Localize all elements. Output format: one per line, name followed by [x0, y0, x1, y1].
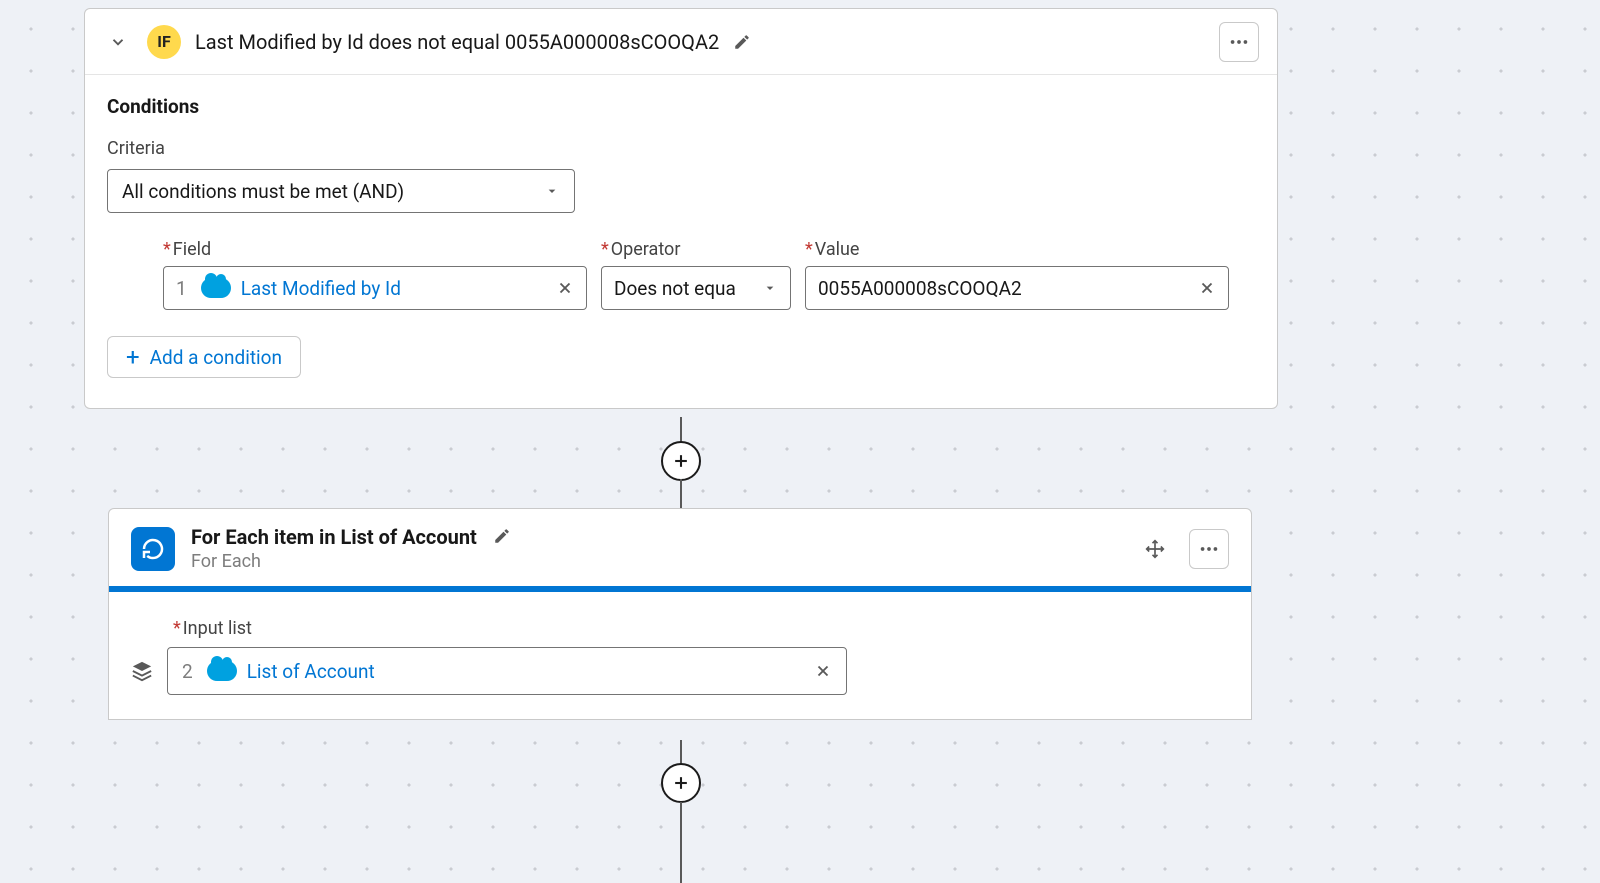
- pencil-icon: [733, 33, 751, 51]
- if-block-body: Conditions Criteria All conditions must …: [85, 75, 1277, 408]
- close-icon: [556, 279, 574, 297]
- input-list-field[interactable]: 2 List of Account: [167, 647, 847, 695]
- for-each-header: For Each item in List of Account For Eac…: [109, 509, 1251, 586]
- if-block-header: IF Last Modified by Id does not equal 00…: [85, 9, 1277, 75]
- salesforce-cloud-icon: [207, 661, 237, 681]
- if-block-title: Last Modified by Id does not equal 0055A…: [195, 30, 719, 54]
- input-list-value: List of Account: [247, 660, 375, 683]
- clear-value-button[interactable]: [1198, 279, 1216, 297]
- add-step-button[interactable]: [661, 763, 701, 803]
- caret-down-icon: [762, 280, 778, 296]
- close-icon: [1198, 279, 1216, 297]
- stack-icon: [131, 660, 153, 682]
- edit-title-button[interactable]: [733, 33, 751, 51]
- caret-down-icon: [544, 183, 560, 199]
- value-text: 0055A000008sCOOQA2: [818, 277, 1198, 300]
- move-handle[interactable]: [1137, 529, 1173, 569]
- input-index: 2: [182, 660, 193, 683]
- connector-line: [680, 479, 682, 508]
- ellipsis-icon: [1198, 538, 1220, 560]
- move-icon: [1145, 539, 1165, 559]
- salesforce-cloud-icon: [201, 278, 231, 298]
- plus-icon: +: [126, 345, 140, 369]
- operator-label: *Operator: [601, 239, 791, 260]
- if-badge: IF: [147, 25, 181, 59]
- if-more-actions-button[interactable]: [1219, 22, 1259, 62]
- operator-select[interactable]: Does not equa: [601, 266, 791, 310]
- criteria-select[interactable]: All conditions must be met (AND): [107, 169, 575, 213]
- plus-icon: [671, 451, 691, 471]
- clear-field-button[interactable]: [556, 279, 574, 297]
- add-condition-label: Add a condition: [150, 346, 282, 369]
- field-value: Last Modified by Id: [241, 277, 401, 300]
- plus-icon: [671, 773, 691, 793]
- ellipsis-icon: [1228, 31, 1250, 53]
- value-input[interactable]: 0055A000008sCOOQA2: [805, 266, 1229, 310]
- add-condition-button[interactable]: + Add a condition: [107, 336, 301, 378]
- close-icon: [814, 662, 832, 680]
- for-each-card: For Each item in List of Account For Eac…: [108, 508, 1252, 720]
- criteria-label: Criteria: [107, 138, 1255, 159]
- add-step-button[interactable]: [661, 441, 701, 481]
- value-label: *Value: [805, 239, 1229, 260]
- connector-line: [680, 802, 682, 883]
- clear-input-list-button[interactable]: [814, 662, 832, 680]
- for-each-icon: [131, 527, 175, 571]
- condition-row: *Field 1 Last Modified by Id *Operator D…: [107, 239, 1255, 310]
- for-each-subtitle: For Each: [191, 551, 477, 572]
- field-index: 1: [176, 277, 187, 300]
- criteria-value: All conditions must be met (AND): [122, 180, 404, 203]
- loop-icon: [141, 537, 165, 561]
- chevron-down-icon: [109, 33, 127, 51]
- if-block-card: IF Last Modified by Id does not equal 00…: [84, 8, 1278, 409]
- conditions-heading: Conditions: [107, 95, 1255, 118]
- collapse-toggle[interactable]: [103, 27, 133, 57]
- field-input[interactable]: 1 Last Modified by Id: [163, 266, 587, 310]
- for-each-more-actions-button[interactable]: [1189, 529, 1229, 569]
- for-each-body: *Input list 2 List of Account: [109, 592, 1251, 719]
- field-label: *Field: [163, 239, 587, 260]
- for-each-title: For Each item in List of Account: [191, 525, 477, 549]
- connector-line: [680, 740, 682, 764]
- input-list-label: *Input list: [131, 618, 1229, 639]
- pencil-icon: [493, 527, 511, 545]
- edit-for-each-button[interactable]: [493, 527, 511, 545]
- operator-value: Does not equa: [614, 277, 736, 300]
